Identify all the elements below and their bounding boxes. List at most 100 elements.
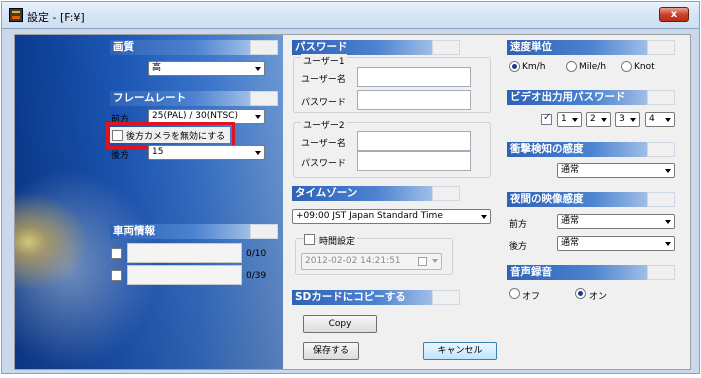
header-tail [647, 142, 675, 157]
cancel-button[interactable]: キャンセル [423, 342, 497, 360]
audio-recording-header-label: 音声録音 [510, 266, 552, 278]
password-header: パスワード [292, 40, 460, 55]
header-tail [432, 40, 460, 55]
audio-off-label: オフ [522, 292, 541, 302]
speed-unit-mileh-label: Mile/h [579, 62, 607, 72]
header-tail [647, 192, 675, 207]
video-password-digit-3[interactable]: 3 [615, 112, 640, 127]
frame-rate-front-value: 25(PAL) / 30(NTSC) [152, 111, 238, 121]
image-quality-header-label: 画質 [113, 41, 134, 53]
speed-unit-kmh-label: Km/h [522, 62, 546, 72]
time-setting-label: 時間設定 [317, 234, 358, 247]
chevron-down-icon [255, 151, 261, 155]
frame-rate-rear-label: 後方 [111, 151, 130, 161]
audio-off-radio[interactable] [509, 288, 520, 299]
user2-username-input[interactable] [357, 131, 471, 151]
header-tail [250, 40, 278, 55]
timezone-header-label: タイムゾーン [295, 187, 358, 199]
audio-on-label: オン [589, 292, 608, 302]
vehicle-info-checkbox-2[interactable] [111, 270, 122, 281]
timezone-header: タイムゾーン [292, 186, 460, 201]
save-button[interactable]: 保存する [303, 342, 359, 360]
image-quality-select[interactable]: 高 [148, 61, 265, 76]
speed-unit-mileh-radio[interactable] [566, 61, 577, 72]
header-tail [250, 91, 278, 106]
user1-password-label: パスワード [301, 98, 347, 108]
speed-unit-header-label: 速度単位 [510, 41, 552, 53]
frame-rate-header-label: フレームレート [113, 92, 187, 104]
speed-unit-knot-radio[interactable] [621, 61, 632, 72]
impact-sensitivity-select[interactable]: 通常 [557, 163, 675, 178]
chevron-down-icon [255, 115, 261, 119]
user1-password-input[interactable] [357, 90, 471, 110]
settings-window: 設定 - [F:¥] x 画質 高 フレームレート 前方 25(PAL) / 3… [0, 0, 701, 378]
night-sensitivity-header-label: 夜間の映像感度 [510, 193, 584, 205]
speed-unit-knot-label: Knot [634, 62, 655, 72]
calendar-icon [418, 257, 427, 266]
sd-copy-header-label: SDカードにコピーする [295, 291, 406, 303]
frame-rate-rear-select[interactable]: 15 [148, 145, 265, 160]
header-tail [432, 290, 460, 305]
impact-sensitivity-header-label: 衝撃検知の感度 [510, 143, 584, 155]
chevron-down-icon [255, 67, 261, 71]
user1-username-label: ユーザー名 [301, 75, 346, 85]
frame-rate-header: フレームレート [110, 91, 278, 106]
vehicle-info-counter-2: 0/39 [246, 271, 267, 281]
night-front-label: 前方 [509, 220, 528, 230]
copy-button[interactable]: Copy [303, 315, 377, 333]
speed-unit-kmh-radio[interactable] [509, 61, 520, 72]
digit-value: 1 [561, 114, 567, 124]
digit-value: 2 [590, 114, 596, 124]
night-front-select[interactable]: 通常 [557, 214, 675, 229]
datetime-value: 2012-02-02 14:21:51 [305, 256, 401, 266]
vehicle-info-checkbox-1[interactable] [111, 248, 122, 259]
video-password-header-label: ビデオ出力用パスワード [510, 91, 626, 103]
user2-password-input[interactable] [357, 151, 471, 171]
impact-sensitivity-header: 衝撃検知の感度 [507, 142, 675, 157]
night-rear-select[interactable]: 通常 [557, 236, 675, 251]
video-password-checkbox[interactable] [541, 112, 552, 125]
night-rear-label: 後方 [509, 242, 528, 252]
header-tail [432, 186, 460, 201]
video-password-digit-4[interactable]: 4 [645, 112, 675, 127]
chevron-down-icon [572, 118, 578, 122]
timezone-select[interactable]: +09:00 JST Japan Standard Time [292, 209, 491, 224]
user1-username-input[interactable] [357, 67, 471, 87]
datetime-picker[interactable]: 2012-02-02 14:21:51 [301, 253, 442, 270]
chevron-down-icon [665, 169, 671, 173]
speed-unit-header: 速度単位 [507, 40, 675, 55]
night-rear-value: 通常 [561, 238, 580, 248]
vehicle-info-field-1[interactable] [127, 243, 242, 263]
image-quality-header: 画質 [110, 40, 278, 55]
impact-sensitivity-value: 通常 [561, 165, 580, 175]
user2-title: ユーザー2 [301, 118, 347, 131]
timezone-value: +09:00 JST Japan Standard Time [296, 211, 443, 221]
chevron-down-icon [630, 118, 636, 122]
chevron-down-icon [601, 118, 607, 122]
video-password-digit-1[interactable]: 1 [557, 112, 582, 127]
header-tail [647, 90, 675, 105]
chevron-down-icon [665, 220, 671, 224]
night-front-value: 通常 [561, 216, 580, 226]
vehicle-info-header: 車両情報 [110, 224, 278, 239]
chevron-down-icon [665, 118, 671, 122]
dialog-client-area: 画質 高 フレームレート 前方 25(PAL) / 30(NTSC) 後方カメラ… [14, 34, 691, 370]
title-bar[interactable]: 設定 - [F:¥] x [1, 1, 700, 28]
chevron-down-icon [481, 215, 487, 219]
time-setting-checkbox[interactable] [304, 234, 315, 245]
vehicle-info-field-2[interactable] [127, 265, 242, 285]
video-password-header: ビデオ出力用パスワード [507, 90, 675, 105]
chevron-down-icon [432, 259, 438, 263]
header-tail [647, 265, 675, 280]
close-button[interactable]: x [659, 7, 689, 22]
image-quality-value: 高 [152, 63, 162, 73]
window-title: 設定 - [F:¥] [27, 11, 85, 24]
audio-on-radio[interactable] [575, 288, 586, 299]
header-tail [647, 40, 675, 55]
sd-copy-header: SDカードにコピーする [292, 290, 460, 305]
video-password-digit-2[interactable]: 2 [586, 112, 611, 127]
frame-rate-rear-value: 15 [152, 147, 164, 157]
night-sensitivity-header: 夜間の映像感度 [507, 192, 675, 207]
background-image [15, 35, 283, 369]
vehicle-info-counter-1: 0/10 [246, 249, 267, 259]
